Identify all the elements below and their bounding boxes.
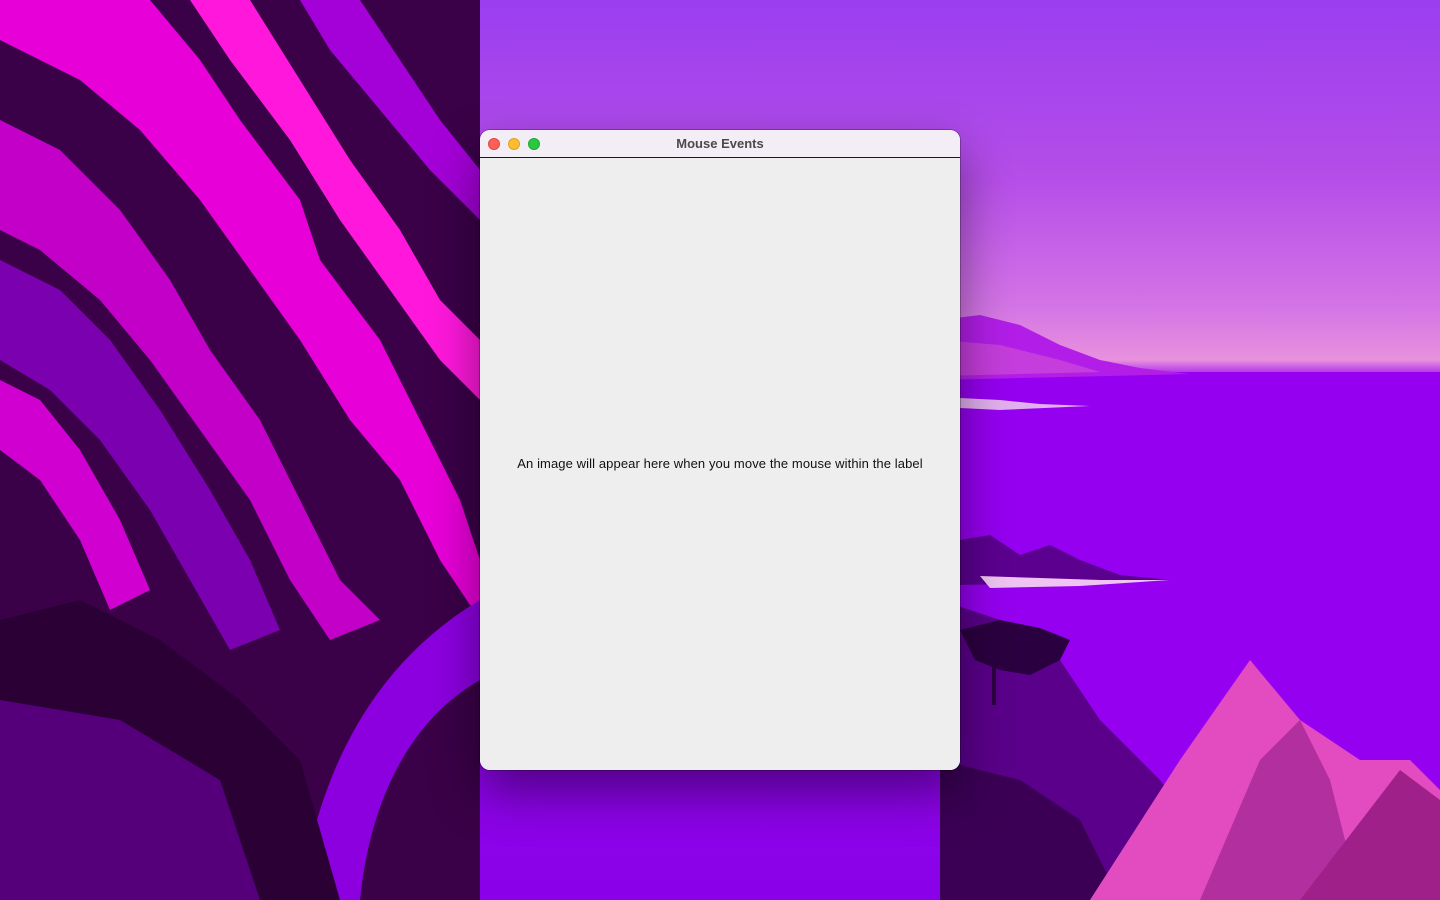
window-title: Mouse Events: [676, 136, 764, 151]
content-panel[interactable]: An image will appear here when you move …: [480, 158, 960, 770]
window-titlebar[interactable]: Mouse Events: [480, 130, 960, 158]
image-hover-label[interactable]: An image will appear here when you move …: [480, 456, 960, 471]
app-window[interactable]: Mouse Events An image will appear here w…: [480, 130, 960, 770]
